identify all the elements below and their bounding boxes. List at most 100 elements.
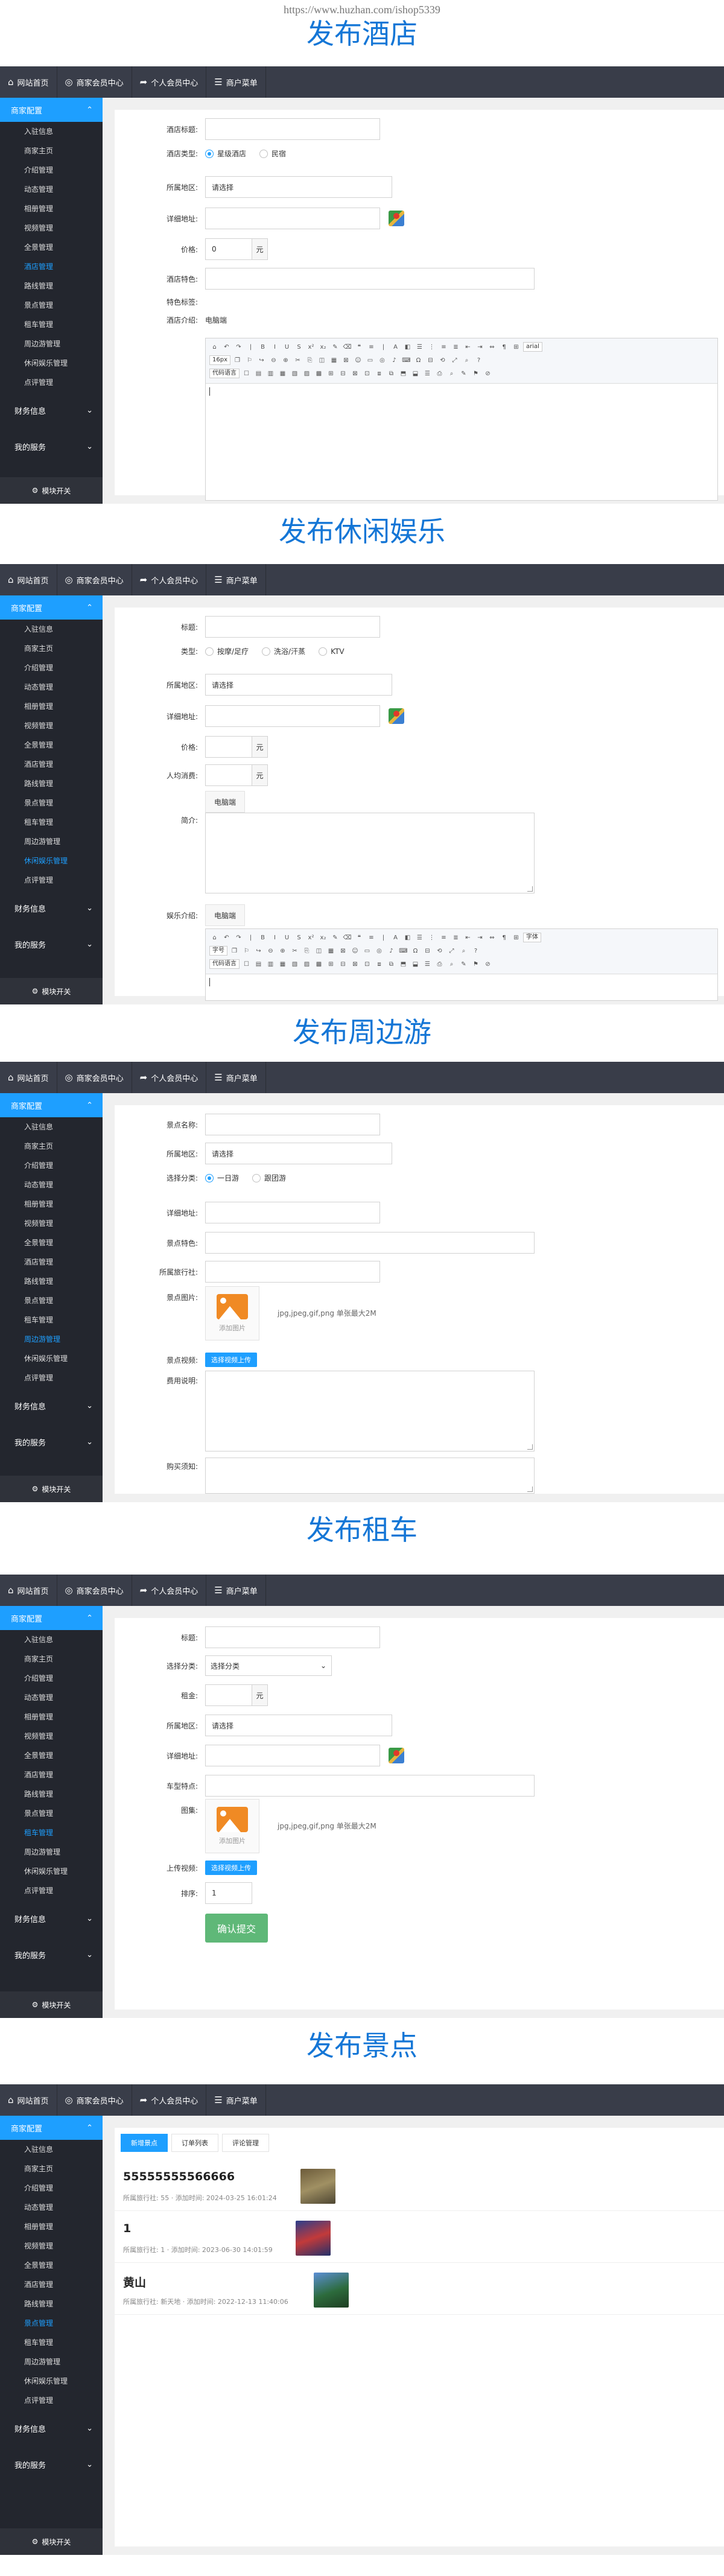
sidebar-group-services[interactable]: 我的服务 ⌄ <box>0 1937 103 1973</box>
editor-tool-icon[interactable]: ⬒ <box>398 369 408 378</box>
editor-tool-icon[interactable]: ⚐ <box>241 947 252 956</box>
editor-tool-icon[interactable]: ☐ <box>241 960 252 969</box>
editor-tool-icon[interactable]: ⤢ <box>446 947 457 956</box>
editor-tool-icon[interactable]: ≡ <box>366 343 376 352</box>
sidebar-item[interactable]: 酒店管理 <box>0 1765 103 1784</box>
sidebar-item[interactable]: 商家主页 <box>0 639 103 658</box>
editor-tool-icon[interactable]: ⎙ <box>434 960 445 969</box>
nav-merchant-center[interactable]: ◎ 商家会员中心 <box>57 564 132 595</box>
sidebar-group-finance[interactable]: 财务信息 ⌄ <box>0 1388 103 1424</box>
sidebar-item[interactable]: 相册管理 <box>0 1707 103 1727</box>
editor-tool-icon[interactable]: ▩ <box>314 960 324 969</box>
editor-tool-icon[interactable]: ⊘ <box>483 960 493 969</box>
editor-tool-icon[interactable]: ▧ <box>290 960 300 969</box>
submit-button[interactable]: 确认提交 <box>205 1914 268 1943</box>
sidebar-item[interactable]: 租车管理 <box>0 1823 103 1842</box>
editor-tool-icon[interactable]: ⌫ <box>342 933 352 942</box>
editor-tool-icon[interactable]: ⊠ <box>338 947 348 956</box>
editor-tool-icon[interactable]: ◎ <box>374 947 384 956</box>
editor-tool-icon[interactable]: ⊠ <box>350 369 360 378</box>
sidebar-item[interactable]: 视频管理 <box>0 1727 103 1746</box>
sidebar-item[interactable]: 景点管理 <box>0 2314 103 2333</box>
sidebar-item[interactable]: 介绍管理 <box>0 1156 103 1175</box>
nav-home[interactable]: ⌂ 网站首页 <box>0 1062 57 1093</box>
code-language-select[interactable]: 代码语言 <box>209 369 240 378</box>
sort-input[interactable]: 1 <box>205 1882 252 1904</box>
editor-tool-icon[interactable]: ⇤ <box>463 343 473 352</box>
editor-tool-icon[interactable]: ⊟ <box>425 356 436 365</box>
editor-tool-icon[interactable]: ☺ <box>353 356 363 365</box>
sidebar-item[interactable]: 点评管理 <box>0 1368 103 1388</box>
editor-tool-icon[interactable]: ⊕ <box>278 947 288 956</box>
feature-input[interactable] <box>205 1232 535 1254</box>
map-picker-icon[interactable] <box>389 1748 404 1763</box>
notice-textarea[interactable] <box>205 1458 535 1494</box>
editor-tool-icon[interactable]: ⇤ <box>463 933 473 942</box>
editor-tool-icon[interactable]: ⬒ <box>398 960 408 969</box>
font-family-select[interactable]: 字体 <box>523 933 541 942</box>
nav-personal-center[interactable]: ➦ 个人会员中心 <box>132 1575 207 1606</box>
sidebar-item[interactable]: 景点管理 <box>0 793 103 813</box>
editor-tool-icon[interactable]: ⚐ <box>244 356 255 365</box>
sidebar-item[interactable]: 周边游管理 <box>0 1330 103 1349</box>
editor-tool-icon[interactable]: A <box>390 933 401 942</box>
radio-bath[interactable]: 洗浴/汗蒸 <box>262 646 305 656</box>
spot-name-input[interactable] <box>205 1114 380 1135</box>
editor-tool-icon[interactable]: x² <box>306 343 316 352</box>
editor-tool-icon[interactable]: ✎ <box>459 369 469 378</box>
editor-tool-icon[interactable]: ⌨ <box>398 947 408 956</box>
nav-home[interactable]: ⌂ 网站首页 <box>0 1575 57 1606</box>
address-input[interactable] <box>205 1202 380 1223</box>
sidebar-item[interactable]: 全景管理 <box>0 1233 103 1252</box>
nav-personal-center[interactable]: ➦ 个人会员中心 <box>132 1062 207 1093</box>
sidebar-item[interactable]: 租车管理 <box>0 813 103 832</box>
sidebar-item[interactable]: 租车管理 <box>0 315 103 334</box>
editor-tool-icon[interactable]: ⋮ <box>427 343 437 352</box>
sidebar-item[interactable]: 周边游管理 <box>0 2352 103 2371</box>
sidebar-group-merchant-config[interactable]: 商家配置 ⌃ <box>0 98 103 122</box>
editor-tool-icon[interactable]: ⧈ <box>374 369 384 378</box>
editor-tool-icon[interactable]: ⌂ <box>209 933 220 942</box>
sidebar-item[interactable]: 酒店管理 <box>0 257 103 276</box>
editor-tool-icon[interactable]: ❝ <box>354 343 364 352</box>
module-toggle-button[interactable]: ⚙ 模块开关 <box>0 978 103 1004</box>
sidebar-group-finance[interactable]: 财务信息 ⌄ <box>0 392 103 428</box>
editor-tool-icon[interactable]: ⊖ <box>265 947 276 956</box>
sidebar-item[interactable]: 路线管理 <box>0 774 103 793</box>
editor-tool-icon[interactable]: ▥ <box>265 369 276 378</box>
sidebar-item[interactable]: 租车管理 <box>0 1310 103 1330</box>
editor-tool-icon[interactable]: ⟲ <box>437 356 448 365</box>
editor-tool-icon[interactable]: ⟲ <box>434 947 445 956</box>
add-image-button[interactable]: 添加图片 <box>205 1799 259 1853</box>
region-select[interactable]: 请选择 <box>205 176 392 198</box>
editor-tool-icon[interactable]: ▦ <box>278 369 288 378</box>
title-input[interactable] <box>205 616 380 638</box>
editor-tool-icon[interactable]: ⊟ <box>338 369 348 378</box>
editor-tool-icon[interactable]: ◫ <box>314 947 324 956</box>
font-size-select[interactable]: 16px <box>209 355 230 365</box>
nav-home[interactable]: ⌂ 网站首页 <box>0 2084 57 2116</box>
nav-personal-center[interactable]: ➦ 个人会员中心 <box>132 66 207 98</box>
editor-tool-icon[interactable]: ⬓ <box>410 960 421 969</box>
sidebar-item[interactable]: 全景管理 <box>0 735 103 755</box>
editor-tool-icon[interactable]: ⌕ <box>462 356 472 365</box>
sidebar-item[interactable]: 视频管理 <box>0 716 103 735</box>
editor-tool-icon[interactable]: B <box>258 343 268 352</box>
sidebar-item[interactable]: 周边游管理 <box>0 1842 103 1862</box>
nav-merchant-menu[interactable]: ☰ 商户菜单 <box>206 1575 266 1606</box>
sidebar-group-finance[interactable]: 财务信息 ⌄ <box>0 2410 103 2446</box>
sidebar-item[interactable]: 路线管理 <box>0 2294 103 2314</box>
editor-tool-icon[interactable]: ▦ <box>326 947 336 956</box>
editor-tool-icon[interactable]: ⎘ <box>302 947 312 956</box>
sidebar-item[interactable]: 动态管理 <box>0 677 103 697</box>
radio-day-trip[interactable]: 一日游 <box>205 1173 239 1183</box>
sidebar-item[interactable]: 休闲娱乐管理 <box>0 1862 103 1881</box>
editor-tool-icon[interactable]: ⧈ <box>374 960 384 969</box>
sidebar-item[interactable]: 路线管理 <box>0 1272 103 1291</box>
title-input[interactable] <box>205 1626 380 1648</box>
editor-tool-icon[interactable]: ⊘ <box>483 369 493 378</box>
region-select[interactable]: 请选择 <box>205 1143 392 1164</box>
editor-tool-icon[interactable]: ≡ <box>439 933 449 942</box>
editor-tool-icon[interactable]: ⇥ <box>475 343 485 352</box>
editor-tool-icon[interactable]: | <box>246 343 256 352</box>
